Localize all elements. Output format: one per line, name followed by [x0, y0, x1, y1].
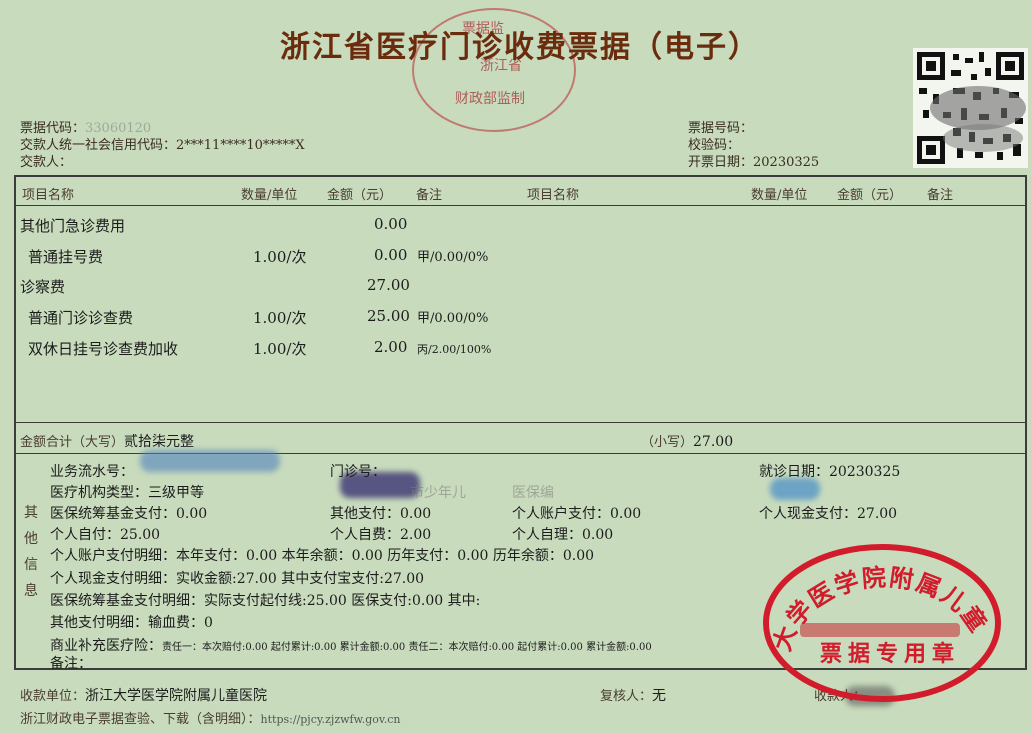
reviewer-row: 复核人：无: [600, 685, 666, 705]
total-lower-row: （小写）27.00: [641, 431, 733, 450]
receipt-page: 票据监 浙江省 财政部监制 浙江省医疗门诊收费票据（电子） 票据代码：33060…: [0, 0, 1032, 733]
cash-detail: 个人现金支付明细：实收金额:27.00 其中支付宝支付:27.00: [50, 571, 425, 587]
issue-date-value: 20230325: [753, 155, 820, 170]
item-amount: 0.00: [374, 246, 408, 264]
item-name: 其他门急诊费用: [20, 217, 126, 235]
item-name: 普通门诊诊查费: [28, 309, 134, 327]
item-note: 甲/0.00/0%: [417, 250, 489, 265]
verify-url[interactable]: https://pjcy.zjzwfw.gov.cn: [261, 713, 401, 726]
side-char: 他: [24, 531, 38, 547]
org-type-row: 医疗机构类型：三级甲等: [50, 482, 204, 502]
col-name-left: 项目名称: [22, 188, 75, 203]
payee-value: 浙江大学医学院附属儿童医院: [85, 688, 268, 704]
visit-date-value: 20230325: [829, 464, 901, 480]
payee-label: 收款单位：: [20, 689, 86, 704]
commercial-value: 责任一：本次赔付:0.00 起付累计:0.00 累计金额:0.00 责任二：本次…: [162, 642, 652, 653]
verify-text: 浙江财政电子票据查验、下载（含明细）：: [20, 712, 261, 727]
receipt-title: 浙江省医疗门诊收费票据（电子）: [280, 30, 760, 65]
seal-bottom-text: 票据专用章: [820, 641, 960, 667]
org-type-label: 医疗机构类型：: [50, 485, 148, 501]
insurance-partial: 医保编: [512, 485, 554, 501]
self-pay: 个人自付：25.00: [50, 527, 161, 543]
item-qty: 1.00/次: [253, 248, 307, 266]
other-detail: 其他支付明细：输血费：0: [50, 615, 213, 631]
redaction-blur: [770, 478, 820, 500]
finance-seal-line-3: 财政部监制: [455, 91, 525, 107]
issue-date-label: 开票日期：: [688, 155, 754, 170]
payer-label: 交款人：: [20, 155, 73, 170]
item-name: 普通挂号费: [28, 248, 104, 266]
col-qty-left: 数量/单位: [241, 188, 298, 203]
item-note: 甲/0.00/0%: [417, 311, 489, 326]
side-char: 息: [24, 583, 38, 599]
reviewer-label: 复核人：: [600, 689, 653, 704]
col-name-right: 项目名称: [527, 188, 580, 203]
item-name: 诊察费: [20, 278, 66, 296]
side-char: 其: [24, 505, 38, 521]
total-upper-value: 贰拾柒元整: [124, 434, 195, 450]
side-char: 信: [24, 557, 38, 573]
personal-account-pay: 个人账户支付：0.00: [512, 506, 642, 522]
commercial-label: 商业补充医疗险：: [50, 638, 162, 654]
item-amount: 0.00: [374, 215, 408, 233]
item-note: 丙/2.00/100%: [417, 343, 492, 356]
col-note-right: 备注: [927, 188, 954, 203]
item-qty: 1.00/次: [253, 309, 307, 327]
total-lower-value: 27.00: [693, 434, 734, 450]
item-qty: 1.00/次: [253, 340, 307, 358]
item-name: 双休日挂号诊查费加收: [28, 340, 179, 358]
col-amount-left: 金额（元）: [327, 188, 393, 203]
reviewer-value: 无: [652, 688, 667, 704]
other-pay: 其他支付：0.00: [330, 506, 432, 522]
remark-label: 备注：: [50, 656, 92, 672]
org-type-value: 三级甲等: [148, 485, 204, 501]
item-amount: 25.00: [367, 307, 410, 325]
visit-date-row: 就诊日期：20230325: [759, 461, 900, 481]
redaction-blur: [140, 450, 280, 472]
insurance-type-partial: 市少年儿: [410, 485, 466, 501]
hospital-seal: 大学医学院附属儿童 票据专用章: [763, 544, 1001, 702]
col-note-left: 备注: [416, 188, 443, 203]
verify-row: 浙江财政电子票据查验、下载（含明细）：https://pjcy.zjzwfw.g…: [20, 708, 401, 727]
visit-date-label: 就诊日期：: [759, 464, 829, 480]
col-qty-right: 数量/单位: [751, 188, 808, 203]
total-lower-label: （小写）: [641, 435, 694, 450]
svg-text:大学医学院附属儿童: 大学医学院附属儿童: [768, 563, 993, 654]
personal-cash-pay: 个人现金支付：27.00: [759, 506, 898, 522]
qr-code: [913, 48, 1028, 168]
serial-label: 业务流水号：: [50, 464, 134, 480]
commercial-row: 商业补充医疗险：责任一：本次赔付:0.00 起付累计:0.00 累计金额:0.0…: [50, 635, 652, 655]
total-upper-label: 金额合计（大写）: [20, 435, 125, 450]
issue-date-row: 开票日期：20230325: [688, 151, 819, 170]
self-expense: 个人自费：2.00: [330, 527, 432, 543]
account-detail: 个人账户支付明细：本年支付：0.00 本年余额：0.00 历年支付：0.00 历…: [50, 548, 595, 564]
payer-row: 交款人：: [20, 151, 72, 170]
item-amount: 2.00: [374, 338, 408, 356]
other-info-side-label: 其 他 信 息: [24, 500, 40, 604]
total-upper-row: 金额合计（大写）贰拾柒元整: [20, 431, 194, 451]
fund-detail: 医保统筹基金支付明细：实际支付起付线:25.00 医保支付:0.00 其中:: [50, 593, 481, 609]
payer-id-value: 2***11****10*****X: [176, 138, 305, 153]
outpatient-label: 门诊号：: [330, 464, 386, 480]
col-amount-right: 金额（元）: [837, 188, 903, 203]
fund-pay: 医保统筹基金支付：0.00: [50, 506, 208, 522]
self-care: 个人自理：0.00: [512, 527, 614, 543]
header-divider: [16, 205, 1025, 206]
item-amount: 27.00: [367, 276, 410, 294]
payee-row: 收款单位：浙江大学医学院附属儿童医院: [20, 685, 267, 705]
items-divider: [16, 422, 1025, 423]
seal-top-text: 大学医学院附属儿童: [768, 563, 991, 654]
